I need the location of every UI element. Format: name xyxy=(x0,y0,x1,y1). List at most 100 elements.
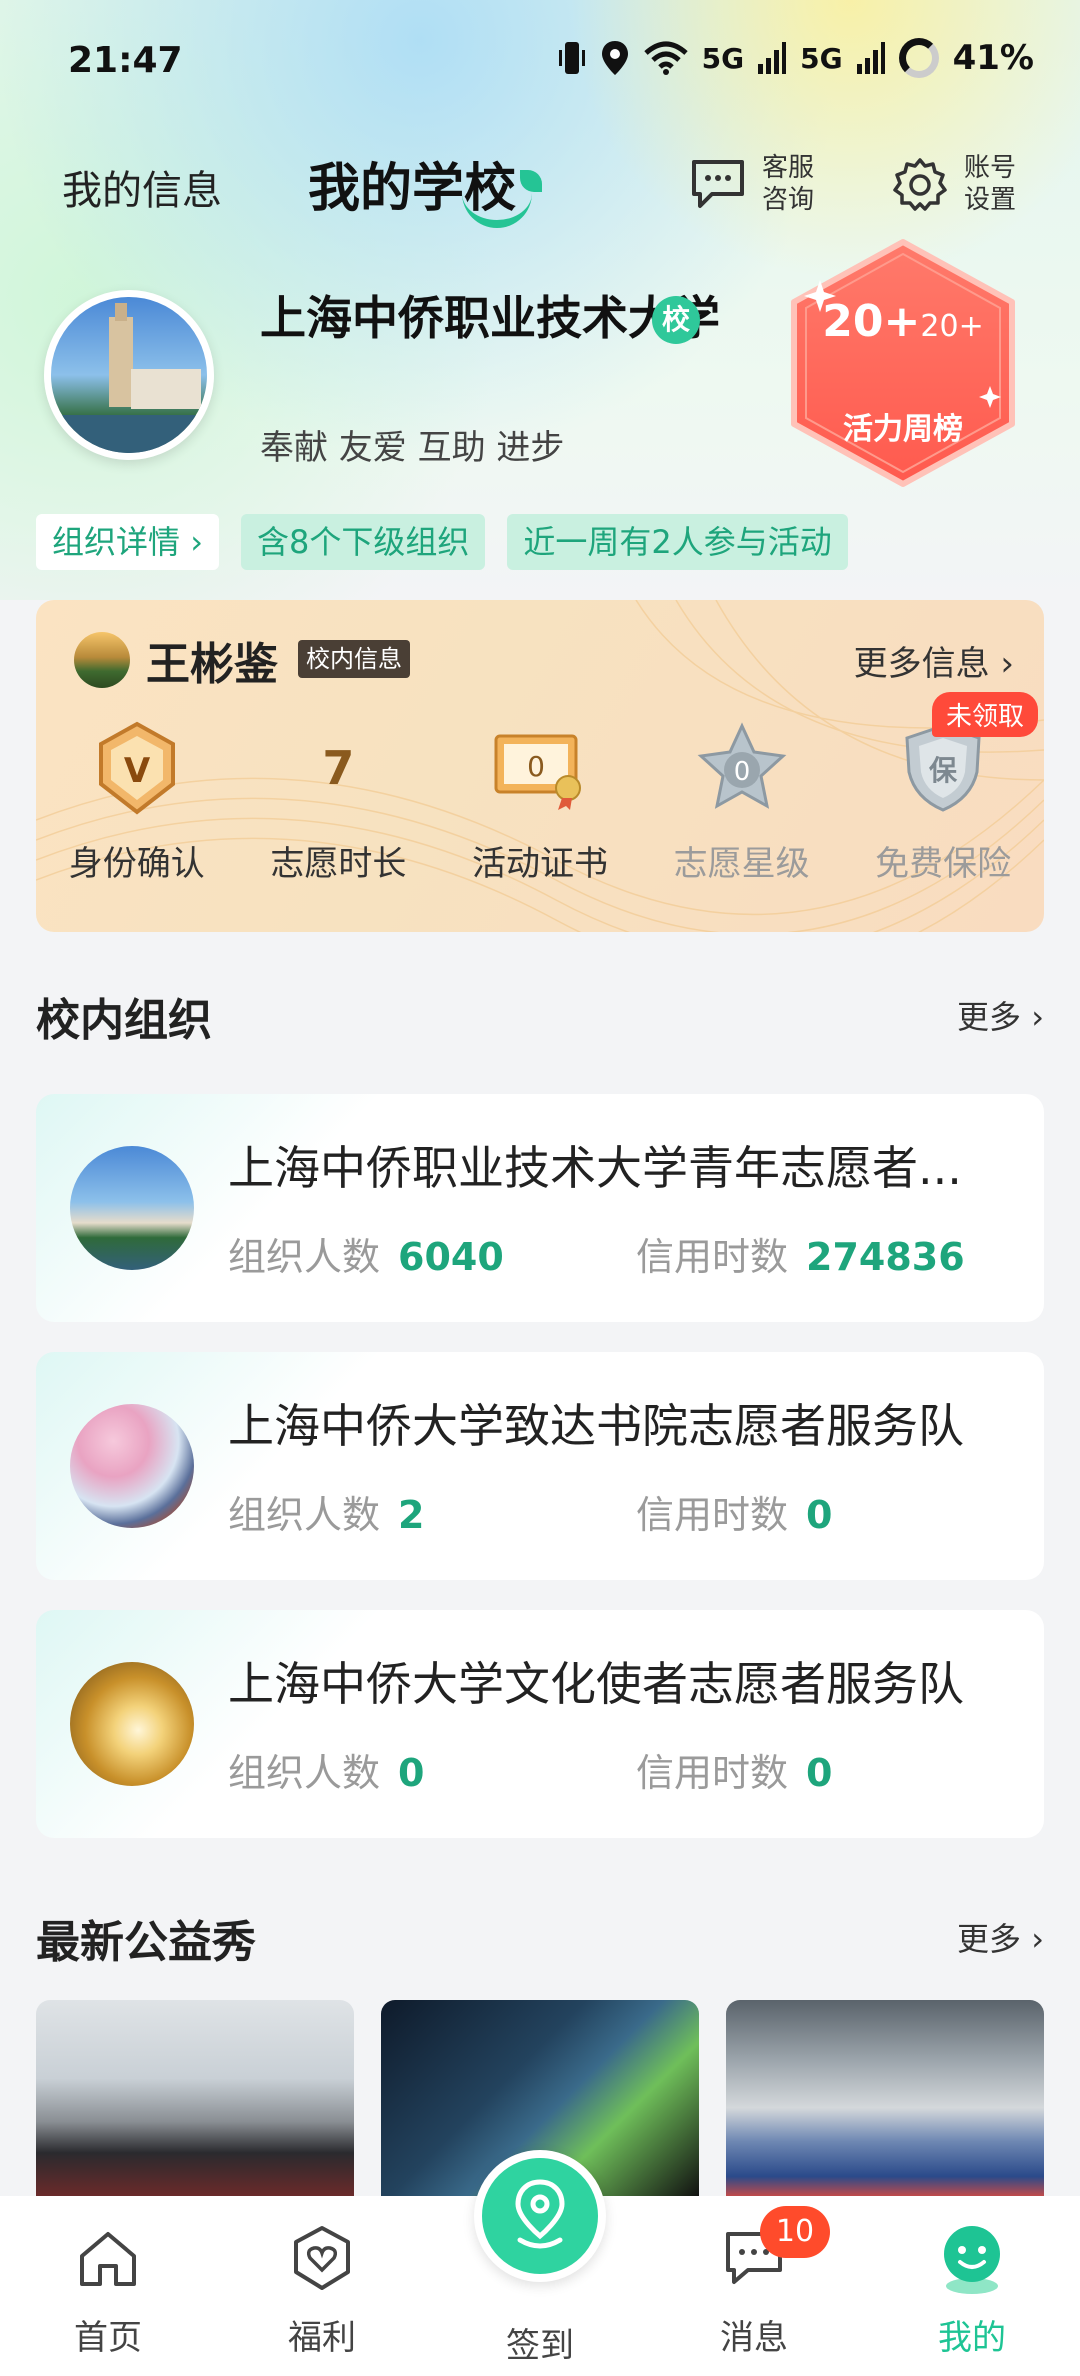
org-members: 组织人数 0 xyxy=(228,1742,424,1797)
checkin-button[interactable] xyxy=(474,2150,606,2282)
customer-service-button[interactable]: 客服 咨询 xyxy=(688,152,822,216)
school-motto: 奉献 友爱 互助 进步 xyxy=(260,428,565,468)
signal-label: 5G xyxy=(800,41,843,75)
battery-level: 41% xyxy=(952,38,1034,78)
vibrate-icon xyxy=(558,42,585,74)
credit-value: 0 xyxy=(806,1493,833,1537)
user-name: 王彬鉴 xyxy=(146,639,278,690)
members-label: 组织人数 xyxy=(228,1493,381,1537)
stat-label: 活动证书 xyxy=(471,844,608,884)
tab-my-info[interactable]: 我的信息 xyxy=(62,158,222,216)
signal-icon xyxy=(856,42,885,74)
vitality-weekly-rank[interactable]: 20+20+ 活力周榜 xyxy=(786,236,1020,490)
members-value: 6040 xyxy=(398,1235,504,1279)
orgs-more-link[interactable]: 更多 › xyxy=(957,992,1044,1038)
vip-medal-icon: V xyxy=(98,721,175,815)
school-name: 上海中侨职业技术大学 xyxy=(260,291,720,345)
star-level-value: 0 xyxy=(733,757,750,787)
stat-certificates[interactable]: 0 活动证书 xyxy=(439,718,641,885)
showcase-section-title: 最新公益秀 xyxy=(36,1917,256,1968)
heart-shield-icon xyxy=(294,2226,350,2290)
stat-free-insurance[interactable]: 未领取 保 免费保险 xyxy=(842,692,1044,885)
volunteer-hours-value: 7 xyxy=(322,741,355,795)
status-time: 21:47 xyxy=(68,40,183,81)
org-card[interactable]: 上海中侨职业技术大学青年志愿者... 组织人数 6040 信用时数 274836 xyxy=(36,1094,1044,1322)
gear-icon xyxy=(893,158,947,211)
more-info-link[interactable]: 更多信息 › xyxy=(854,636,1014,685)
account-settings-button[interactable]: 账号 设置 xyxy=(890,152,1024,216)
credit-label: 信用时数 xyxy=(636,1493,789,1537)
nav-mine-label: 我的 xyxy=(938,2318,1006,2358)
org-members: 组织人数 6040 xyxy=(228,1226,504,1281)
mine-face-icon xyxy=(944,2226,1000,2294)
vitality-value: 20+20+ xyxy=(786,296,1020,347)
certificate-icon: 0 xyxy=(494,734,581,810)
battery-icon xyxy=(898,38,939,78)
members-label: 组织人数 xyxy=(228,1235,381,1279)
org-name: 上海中侨大学文化使者志愿者服务队 xyxy=(228,1657,964,1711)
more-info-label: 更多信息 xyxy=(853,644,990,684)
orgs-more-label: 更多 xyxy=(957,998,1022,1036)
org-details-link[interactable]: 组织详情 › xyxy=(36,514,219,570)
nav-welfare-label: 福利 xyxy=(288,2318,356,2358)
org-avatar xyxy=(70,1146,194,1270)
school-verified-badge: 校 xyxy=(652,296,700,344)
school-tags: 组织详情 › 含8个下级组织 近一周有2人参与活动 xyxy=(36,514,848,570)
showcase-more-label: 更多 xyxy=(957,1920,1022,1958)
status-icons: 5G 5G 41% xyxy=(558,38,1034,78)
members-label: 组织人数 xyxy=(228,1751,381,1795)
sub-org-count-tag: 含8个下级组织 xyxy=(240,514,486,570)
settings-label: 账号 xyxy=(964,153,1017,183)
building-shape xyxy=(131,369,201,409)
tower-top-shape xyxy=(115,303,127,321)
org-name: 上海中侨职业技术大学青年志愿者... xyxy=(228,1141,962,1195)
user-stats: V 身份确认 7 志愿时长 0 活动证书 0 志愿星级 未领取 保 免费保险 xyxy=(36,692,1044,885)
service-label: 咨询 xyxy=(762,185,815,215)
stat-volunteer-hours[interactable]: 7 志愿时长 xyxy=(238,718,440,885)
vitality-label: 活力周榜 xyxy=(843,412,963,447)
org-credit-hours: 信用时数 274836 xyxy=(636,1226,965,1281)
credit-value: 274836 xyxy=(806,1235,965,1279)
hexagon-badge-icon xyxy=(791,239,1015,487)
wifi-icon xyxy=(644,41,688,75)
orgs-section-title: 校内组织 xyxy=(36,995,212,1046)
vitality-main-value: 20+ xyxy=(822,296,921,347)
weekly-participation-tag: 近一周有2人参与活动 xyxy=(507,514,848,570)
clock-tower-shape xyxy=(109,317,133,407)
showcase-photo[interactable] xyxy=(36,2000,354,2196)
org-avatar xyxy=(70,1662,194,1786)
org-members: 组织人数 2 xyxy=(228,1484,424,1539)
insurance-glyph: 保 xyxy=(929,754,958,787)
school-avatar[interactable] xyxy=(44,290,214,460)
settings-label: 设置 xyxy=(964,185,1017,215)
user-avatar[interactable] xyxy=(74,632,130,688)
stat-star-level[interactable]: 0 志愿星级 xyxy=(641,718,843,885)
showcase-more-link[interactable]: 更多 › xyxy=(957,1914,1044,1960)
org-card[interactable]: 上海中侨大学文化使者志愿者服务队 组织人数 0 信用时数 0 xyxy=(36,1610,1044,1838)
nav-welfare[interactable]: 福利 xyxy=(252,2216,392,2359)
org-credit-hours: 信用时数 0 xyxy=(636,1742,832,1797)
nav-messages-label: 消息 xyxy=(720,2318,788,2358)
messages-count-badge: 10 xyxy=(760,2206,830,2258)
stat-label: 身份确认 xyxy=(68,844,205,884)
nav-mine[interactable]: 我的 xyxy=(902,2216,1042,2359)
service-label: 客服 xyxy=(762,153,815,183)
signal-icon xyxy=(758,42,787,74)
stat-identity[interactable]: V 身份确认 xyxy=(36,718,238,885)
showcase-photo[interactable] xyxy=(726,2000,1044,2196)
chat-service-icon xyxy=(692,160,744,208)
home-icon xyxy=(80,2232,136,2286)
org-card[interactable]: 上海中侨大学致达书院志愿者服务队 组织人数 2 信用时数 0 xyxy=(36,1352,1044,1580)
credit-label: 信用时数 xyxy=(636,1751,789,1795)
org-credit-hours: 信用时数 0 xyxy=(636,1484,832,1539)
stat-label: 免费保险 xyxy=(875,844,1012,884)
org-name: 上海中侨大学致达书院志愿者服务队 xyxy=(228,1399,964,1453)
certificate-count: 0 xyxy=(527,750,545,783)
user-info-card: 王彬鉴 校内信息 更多信息 › V 身份确认 7 志愿时长 0 活动证书 0 志… xyxy=(36,600,1044,932)
nav-home-label: 首页 xyxy=(74,2318,142,2358)
stat-label: 志愿时长 xyxy=(270,844,407,884)
vitality-sub-value: 20+ xyxy=(920,309,984,344)
org-avatar xyxy=(70,1404,194,1528)
nav-home[interactable]: 首页 xyxy=(38,2216,178,2359)
unclaimed-badge: 未领取 xyxy=(931,692,1038,737)
